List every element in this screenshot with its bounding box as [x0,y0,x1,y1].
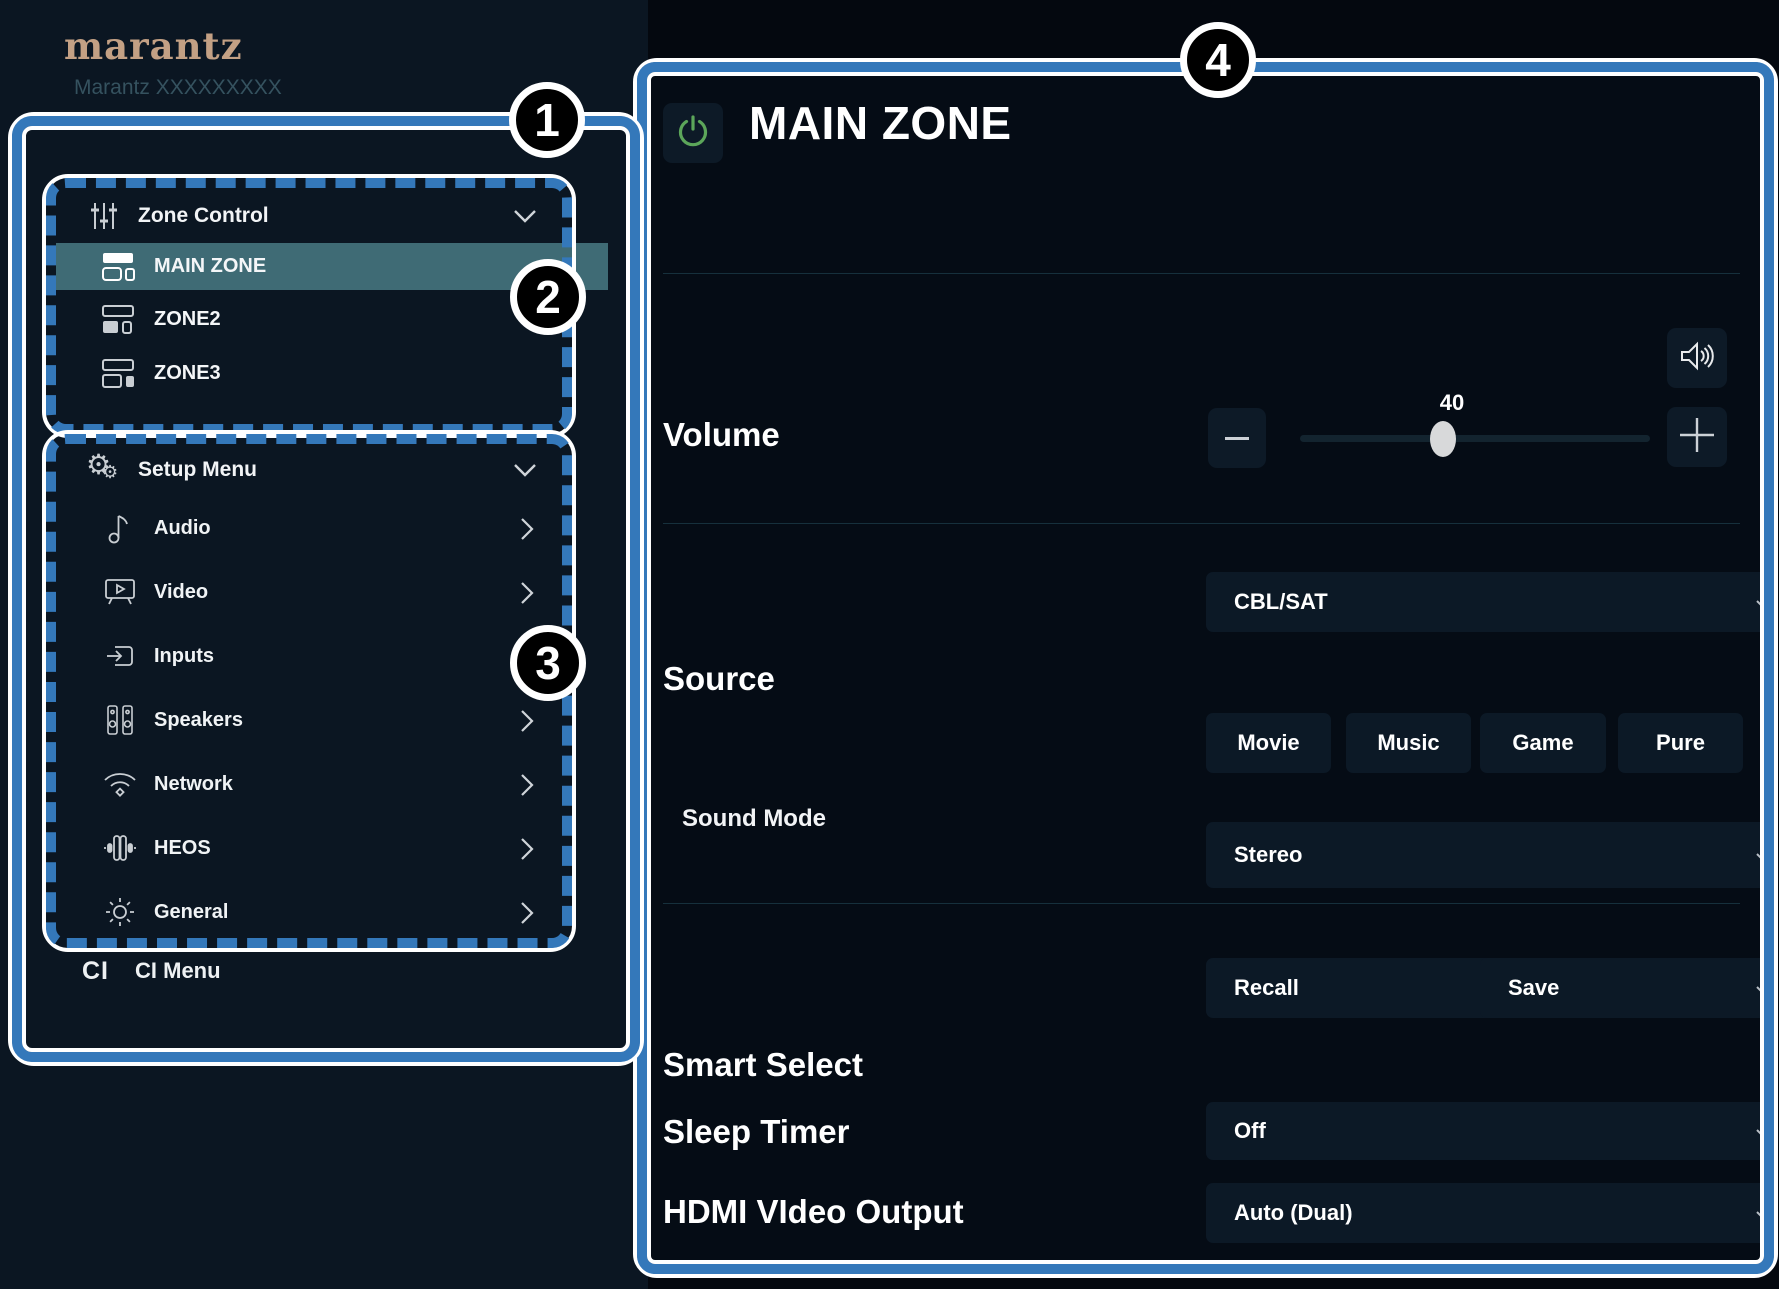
chevron-down-icon [1756,983,1760,1001]
brand-divider [74,114,546,116]
chevron-right-icon [521,902,534,929]
setup-menu-header[interactable]: ⚙ ⚙ Setup Menu [58,446,550,494]
sleep-timer-value: Off [1234,1118,1266,1143]
volume-value: 40 [1439,390,1465,415]
callout-3: 3 [510,625,586,701]
sidebar-item-label: CI Menu [135,958,221,983]
zone2-icon [102,304,136,335]
source-select[interactable]: CBL/SAT [1206,572,1760,632]
tv-icon [102,578,138,606]
main-zone-icon [102,252,136,282]
gear-icon [102,896,138,928]
volume-up-button[interactable] [1667,407,1727,467]
power-button[interactable] [663,103,723,163]
save-value: Save [1508,975,1560,1000]
zone-control-label: Zone Control [138,204,269,227]
page: marantz Marantz XXXXXXXXX Zone Control M… [0,0,1779,1289]
chevron-down-icon [1756,1208,1760,1226]
hdmi-video-output-label: HDMI VIdeo Output [663,1193,964,1230]
sound-mode-music-button[interactable]: Music [1346,713,1471,773]
setup-menu-label: Setup Menu [138,458,257,481]
sidebar-item-label: General [154,900,229,923]
gears-icon: ⚙ ⚙ [86,449,119,482]
sidebar-item-audio[interactable]: Audio [58,502,548,554]
callout-1: 1 [509,82,585,158]
divider [663,523,1740,524]
sleep-timer-select[interactable]: Off [1206,1102,1760,1160]
chevron-down-icon [514,210,536,228]
sidebar-item-video[interactable]: Video [58,566,548,618]
sound-mode-label: Sound Mode [682,805,826,832]
main-zone-panel: MAIN ZONE Volume 40 Source CBL/SAT Sound… [633,58,1778,1278]
speakers-icon [102,704,138,736]
sidebar-item-inputs[interactable]: Inputs [58,630,548,682]
smart-select-save-select[interactable]: Save [1480,958,1760,1018]
sleep-timer-label: Sleep Timer [663,1113,850,1150]
callout-2: 2 [510,259,586,335]
chevron-right-icon [521,518,534,545]
sidebar-item-heos[interactable]: HEOS [58,822,548,874]
zone-control-header[interactable]: Zone Control [58,192,550,240]
sidebar-item-label: Video [154,580,209,603]
chevron-right-icon [521,710,534,737]
power-icon [675,113,711,154]
sidebar-item-label: HEOS [154,836,211,859]
sidebar-item-label: Network [154,772,233,795]
chevron-right-icon [521,774,534,801]
sidebar-item-label: Audio [154,516,211,539]
sidebar-item-label: MAIN ZONE [154,255,267,277]
faders-icon [84,201,124,231]
sidebar-item-label: Speakers [154,708,243,731]
sound-mode-value: Stereo [1234,842,1303,867]
divider [663,903,1740,904]
sound-mode-select[interactable]: Stereo [1206,822,1760,888]
plus-icon [1678,416,1716,459]
mute-button[interactable] [1667,328,1727,388]
chevron-down-icon [1756,597,1760,615]
volume-down-button[interactable] [1208,408,1266,468]
sidebar-item-label: ZONE2 [154,308,221,330]
sound-mode-game-button[interactable]: Game [1480,713,1606,773]
wifi-icon [102,771,138,797]
music-note-icon [102,512,138,544]
minus-icon [1225,436,1249,440]
recall-value: Recall [1234,975,1299,1000]
zone3-icon [102,358,136,389]
source-label: Source [663,660,775,697]
sound-mode-pure-button[interactable]: Pure [1618,713,1743,773]
sidebar-item-network[interactable]: Network [58,758,548,810]
callout-4: 4 [1180,22,1256,98]
chevron-right-icon [521,582,534,609]
sidebar-item-label: Inputs [154,644,214,667]
chevron-down-icon [514,464,536,482]
input-arrow-icon [102,642,138,670]
sidebar-item-label: ZONE3 [154,362,221,384]
sidebar-item-general[interactable]: General [58,886,548,938]
page-title: MAIN ZONE [749,97,1012,149]
divider [663,273,1740,274]
hdmi-video-output-select[interactable]: Auto (Dual) [1206,1183,1760,1243]
chevron-down-icon [1756,850,1760,868]
source-value: CBL/SAT [1234,589,1328,614]
sidebar-item-speakers[interactable]: Speakers [58,694,548,746]
sidebar-item-ci-menu[interactable]: CI CI Menu [58,948,548,994]
smart-select-label: Smart Select [663,1046,863,1083]
sound-mode-movie-button[interactable]: Movie [1206,713,1331,773]
hdmi-video-output-value: Auto (Dual) [1234,1200,1353,1225]
volume-slider-handle[interactable] [1430,421,1456,457]
heos-icon [102,833,138,863]
ci-icon: CI [82,956,109,985]
sidebar-item-zone3[interactable]: ZONE3 [56,350,608,397]
chevron-down-icon [1756,1126,1760,1144]
volume-slider-track[interactable] [1300,435,1650,442]
speaker-icon [1679,340,1715,377]
volume-label: Volume [663,416,780,453]
chevron-right-icon [521,838,534,865]
marantz-logo: marantz [64,24,243,68]
smart-select-recall-select[interactable]: Recall [1206,958,1527,1018]
model-name: Marantz XXXXXXXXX [74,76,282,99]
